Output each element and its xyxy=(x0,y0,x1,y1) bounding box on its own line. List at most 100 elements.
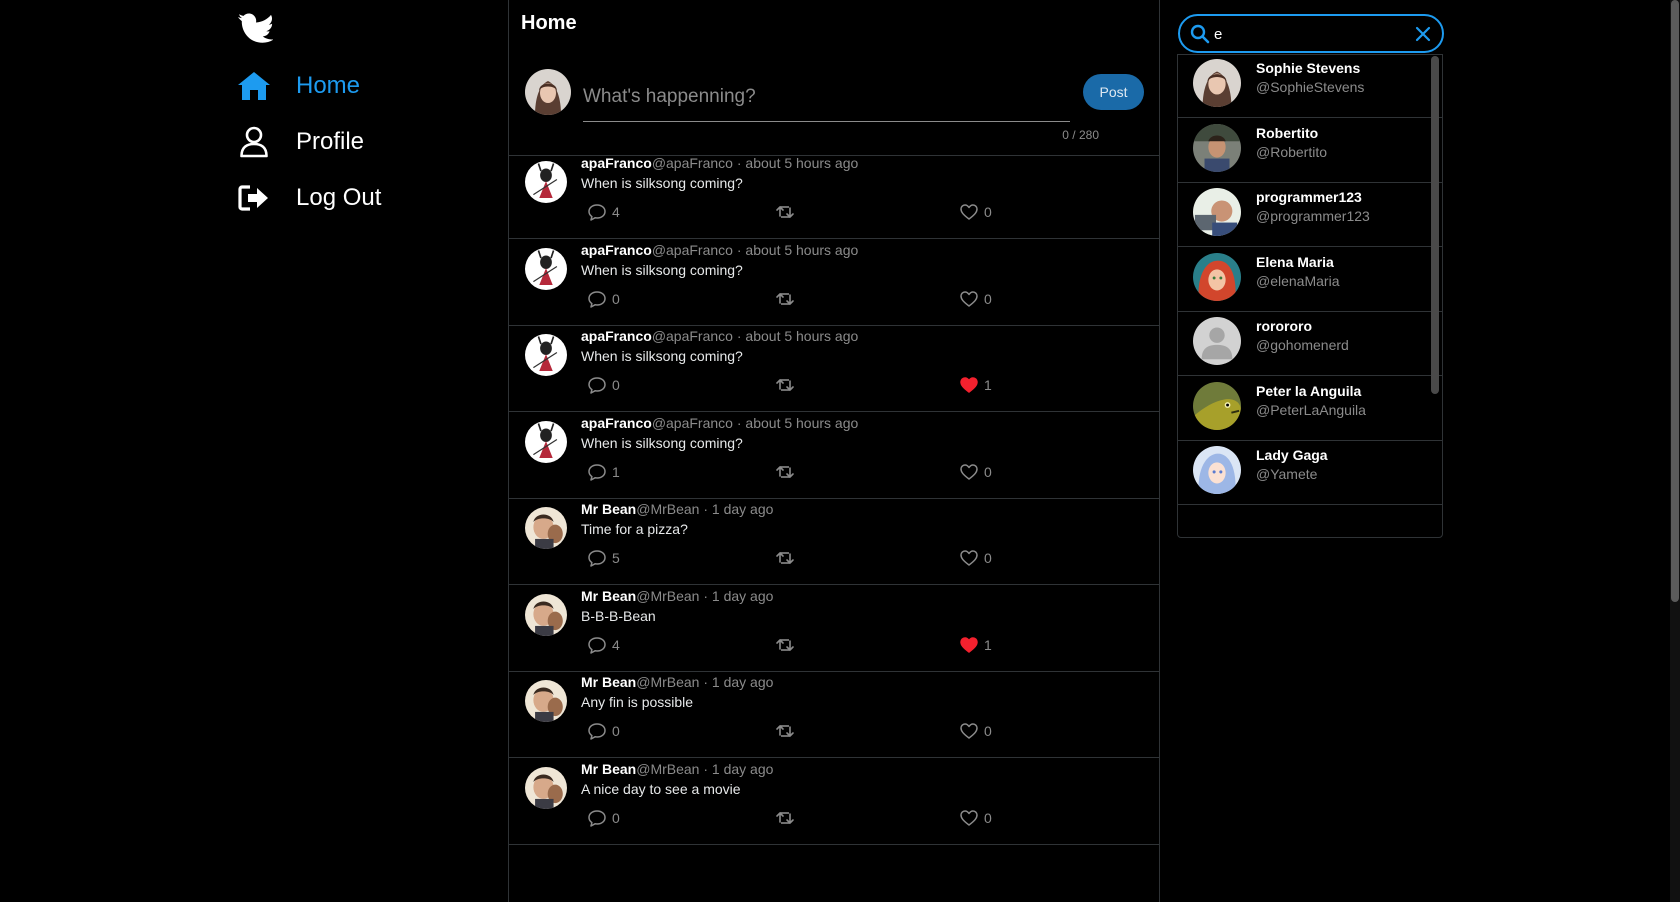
post-button[interactable]: Post xyxy=(1083,74,1144,110)
user-outline-icon xyxy=(236,124,272,160)
tweet-separator: · xyxy=(732,415,746,431)
tweet-avatar[interactable] xyxy=(525,248,567,290)
reply-button[interactable]: 0 xyxy=(587,721,620,741)
tweet[interactable]: apaFranco@apaFranco · about 5 hours ago W… xyxy=(509,233,1159,326)
reply-button[interactable]: 0 xyxy=(587,808,620,828)
tweet-author-name[interactable]: apaFranco xyxy=(581,242,652,258)
tweet-author-name[interactable]: apaFranco xyxy=(581,155,652,171)
clear-search-icon[interactable] xyxy=(1413,24,1433,44)
page-scrollbar[interactable] xyxy=(1670,0,1680,902)
search-result-item[interactable]: Lady Gaga @Yamete xyxy=(1178,440,1442,505)
sign-out-icon xyxy=(236,180,272,216)
retweet-button[interactable] xyxy=(775,289,795,309)
tweet-author-handle[interactable]: @apaFranco xyxy=(652,155,733,171)
like-count: 0 xyxy=(984,204,992,220)
tweet-author-handle[interactable]: @MrBean xyxy=(636,761,699,777)
search-result-name: Sophie Stevens xyxy=(1256,60,1361,76)
tweet-author-name[interactable]: Mr Bean xyxy=(581,588,636,604)
retweet-button[interactable] xyxy=(775,202,795,222)
tweet[interactable]: Mr Bean@MrBean · 1 day ago A nice day to … xyxy=(509,752,1159,845)
search-result-name: Lady Gaga xyxy=(1256,447,1328,463)
like-button[interactable]: 0 xyxy=(959,289,992,309)
bird-logo-icon[interactable] xyxy=(237,13,273,45)
reply-icon xyxy=(588,637,606,654)
tweet-avatar[interactable] xyxy=(525,507,567,549)
tweet-author-name[interactable]: apaFranco xyxy=(581,415,652,431)
retweet-button[interactable] xyxy=(775,808,795,828)
retweet-button[interactable] xyxy=(775,462,795,482)
tweet-avatar[interactable] xyxy=(525,767,567,809)
like-button[interactable]: 0 xyxy=(959,721,992,741)
tweet-separator: · xyxy=(699,761,712,777)
search-result-item[interactable]: programmer123 @programmer123 xyxy=(1178,182,1442,247)
tweet-author-handle[interactable]: @apaFranco xyxy=(652,415,733,431)
tweet[interactable]: apaFranco@apaFranco · about 5 hours ago W… xyxy=(509,319,1159,412)
reply-count: 5 xyxy=(612,550,620,566)
tweet-author-handle[interactable]: @MrBean xyxy=(636,674,699,690)
reply-icon xyxy=(588,464,606,481)
nav-item-logout[interactable]: Log Out xyxy=(236,178,381,218)
tweet-timestamp: about 5 hours ago xyxy=(745,415,859,431)
tweet-author-name[interactable]: Mr Bean xyxy=(581,674,636,690)
like-button[interactable]: 0 xyxy=(959,548,992,568)
tweet-avatar[interactable] xyxy=(525,334,567,376)
retweet-button[interactable] xyxy=(775,375,795,395)
search-input[interactable] xyxy=(1214,22,1404,46)
search-result-handle: @gohomenerd xyxy=(1256,337,1349,353)
retweet-button[interactable] xyxy=(775,548,795,568)
search-result-item[interactable]: Peter la Anguila @PeterLaAnguila xyxy=(1178,376,1442,441)
tweet-author-name[interactable]: Mr Bean xyxy=(581,761,636,777)
tweet[interactable]: Mr Bean@MrBean · 1 day ago B-B-B-Bean 4 1 xyxy=(509,579,1159,672)
tweet-header: Mr Bean@MrBean · 1 day ago xyxy=(581,674,773,690)
reply-button[interactable]: 4 xyxy=(587,202,620,222)
tweet-author-name[interactable]: apaFranco xyxy=(581,328,652,344)
tweet[interactable]: Mr Bean@MrBean · 1 day ago Any fin is pos… xyxy=(509,665,1159,758)
tweet-author-handle[interactable]: @apaFranco xyxy=(652,328,733,344)
tweet-author-handle[interactable]: @MrBean xyxy=(636,501,699,517)
heart-icon xyxy=(960,723,978,739)
tweet-avatar[interactable] xyxy=(525,421,567,463)
like-button[interactable]: 1 xyxy=(959,375,992,395)
tweet-author-name[interactable]: Mr Bean xyxy=(581,501,636,517)
page-scrollbar-thumb[interactable] xyxy=(1671,0,1679,602)
search-result-item[interactable]: rorororo @gohomenerd xyxy=(1178,311,1442,376)
nav-item-home[interactable]: Home xyxy=(236,66,360,106)
like-button[interactable]: 1 xyxy=(959,635,992,655)
tweet-separator: · xyxy=(699,674,712,690)
search-result-item[interactable]: Sophie Stevens @SophieStevens xyxy=(1178,55,1442,118)
reply-button[interactable]: 0 xyxy=(587,289,620,309)
reply-button[interactable]: 4 xyxy=(587,635,620,655)
tweet[interactable]: apaFranco@apaFranco · about 5 hours ago W… xyxy=(509,406,1159,499)
heart-icon xyxy=(960,550,978,566)
tweet-header: Mr Bean@MrBean · 1 day ago xyxy=(581,761,773,777)
tweet-avatar[interactable] xyxy=(525,594,567,636)
tweet-header: Mr Bean@MrBean · 1 day ago xyxy=(581,501,773,517)
search-result-name: programmer123 xyxy=(1256,189,1362,205)
tweet-author-handle[interactable]: @apaFranco xyxy=(652,242,733,258)
retweet-button[interactable] xyxy=(775,721,795,741)
tweet-avatar[interactable] xyxy=(525,161,567,203)
like-button[interactable]: 0 xyxy=(959,202,992,222)
like-button[interactable]: 0 xyxy=(959,462,992,482)
compose-input[interactable] xyxy=(583,82,1070,122)
tweet-author-handle[interactable]: @MrBean xyxy=(636,588,699,604)
tweet-avatar[interactable] xyxy=(525,680,567,722)
search-result-item[interactable]: Elena Maria @elenaMaria xyxy=(1178,247,1442,312)
retweet-button[interactable] xyxy=(775,635,795,655)
search-result-handle: @SophieStevens xyxy=(1256,79,1365,95)
results-scrollbar[interactable] xyxy=(1431,56,1439,394)
nav-item-profile[interactable]: Profile xyxy=(236,122,364,162)
heart-icon xyxy=(960,291,978,307)
page-title: Home xyxy=(521,12,577,34)
search-result-name: Elena Maria xyxy=(1256,254,1334,270)
search-result-item[interactable]: Robertito @Robertito xyxy=(1178,118,1442,183)
retweet-icon xyxy=(776,206,794,218)
like-count: 1 xyxy=(984,637,992,653)
tweet[interactable]: apaFranco@apaFranco · about 5 hours ago W… xyxy=(509,146,1159,239)
like-button[interactable]: 0 xyxy=(959,808,992,828)
reply-count: 4 xyxy=(612,637,620,653)
reply-button[interactable]: 0 xyxy=(587,375,620,395)
reply-button[interactable]: 1 xyxy=(587,462,620,482)
tweet[interactable]: Mr Bean@MrBean · 1 day ago Time for a piz… xyxy=(509,492,1159,585)
reply-button[interactable]: 5 xyxy=(587,548,620,568)
